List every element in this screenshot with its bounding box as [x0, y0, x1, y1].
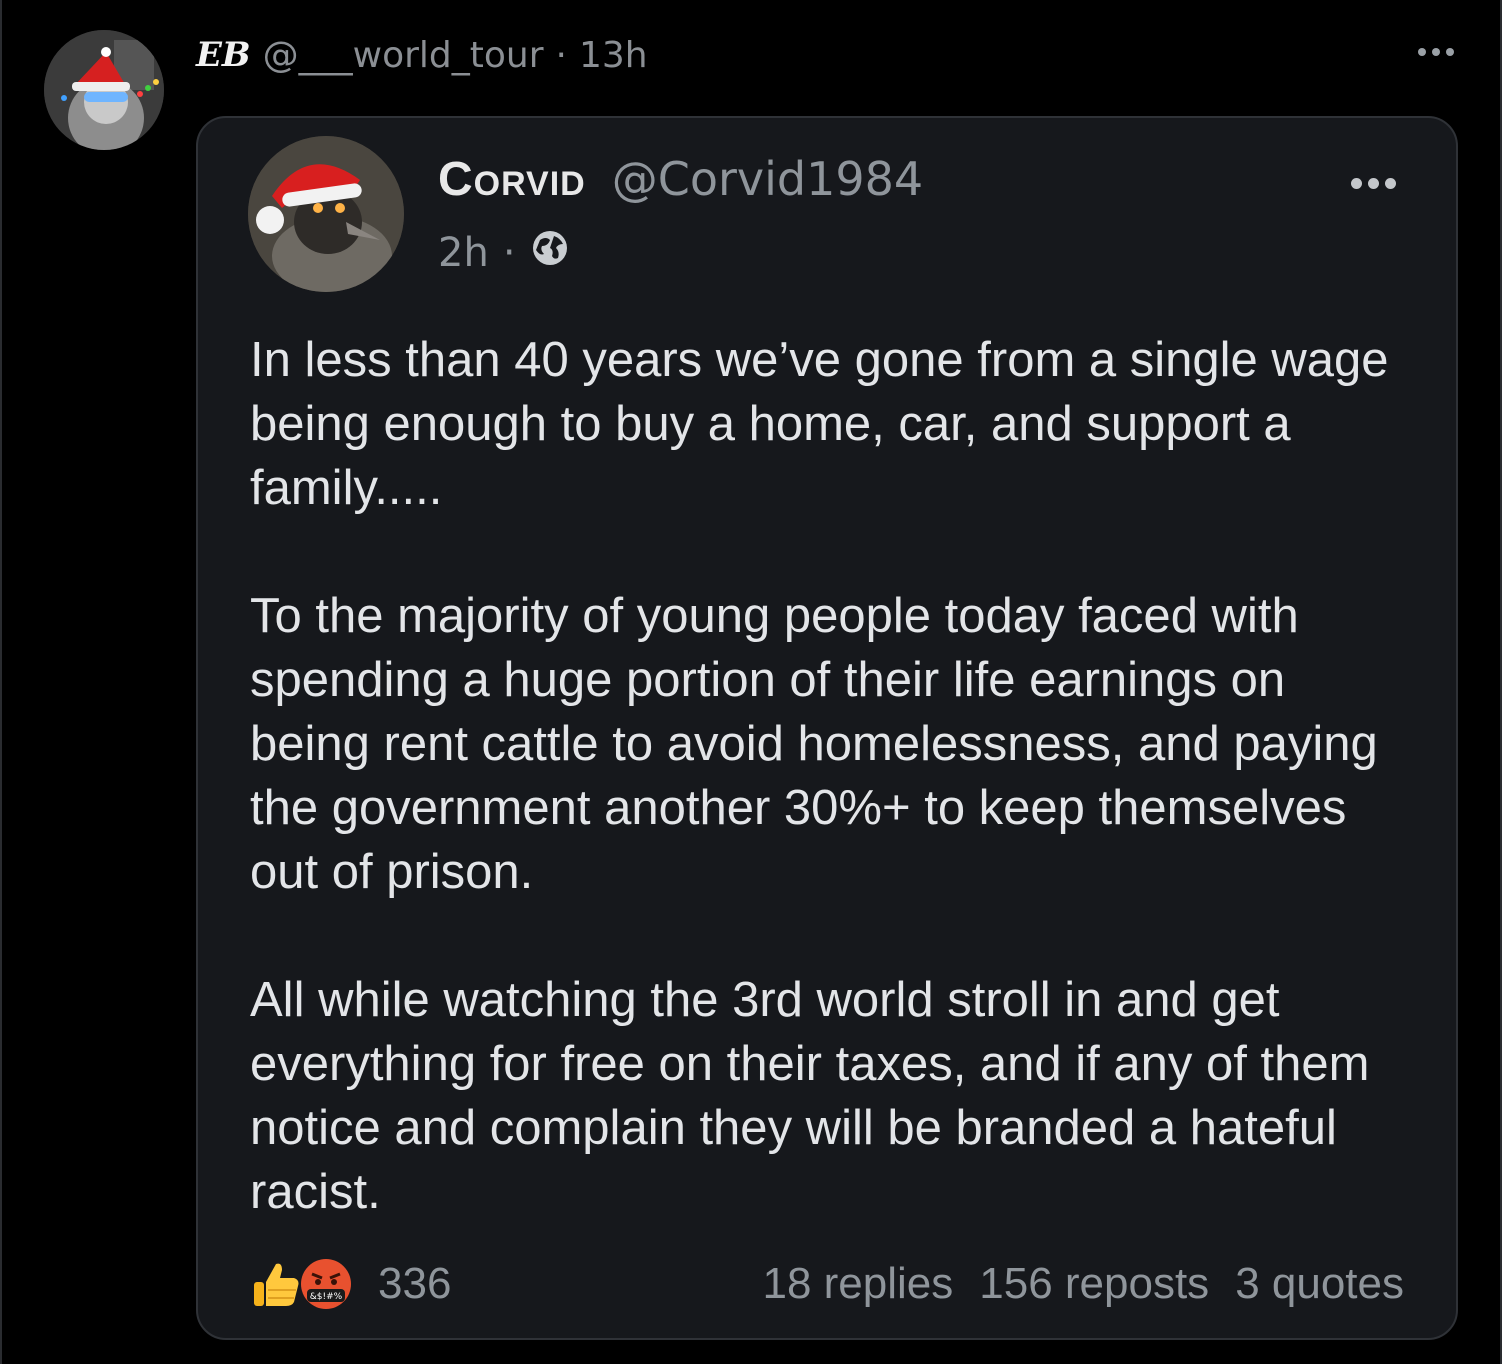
reactions[interactable]: &$!#% 336: [248, 1256, 451, 1312]
author-name[interactable]: Corvid: [438, 152, 586, 207]
quoted-post-meta: 2h ·: [438, 228, 570, 278]
angry-face-icon[interactable]: &$!#%: [298, 1256, 354, 1312]
svg-text:&$!#%: &$!#%: [310, 1292, 343, 1302]
author-handle[interactable]: @Corvid1984: [612, 152, 923, 206]
post-time[interactable]: 13h: [579, 35, 648, 76]
post-paragraph: All while watching the 3rd world stroll …: [250, 973, 1370, 1219]
author-handle[interactable]: @___world_tour: [263, 35, 544, 76]
post-stats: 18 replies 156 reposts 3 quotes: [762, 1259, 1404, 1309]
separator-dot: ·: [502, 230, 516, 276]
crow-santa-avatar-icon[interactable]: [248, 136, 404, 292]
reposts-count[interactable]: 156 reposts: [979, 1259, 1209, 1309]
post-paragraph: In less than 40 years we’ve gone from a …: [250, 333, 1389, 515]
replies-count[interactable]: 18 replies: [762, 1259, 953, 1309]
post-body: In less than 40 years we’ve gone from a …: [250, 328, 1400, 1288]
quotes-count[interactable]: 3 quotes: [1235, 1259, 1404, 1309]
post-time[interactable]: 2h: [438, 230, 489, 276]
quoted-post-card[interactable]: Corvid @Corvid1984 2h · In less than 40 …: [196, 116, 1458, 1340]
quoted-post-author-row: Corvid @Corvid1984: [438, 152, 923, 207]
window-edge-left: [0, 0, 2, 1364]
separator-dot: ·: [555, 34, 567, 76]
more-options-icon[interactable]: [1351, 178, 1396, 189]
christmas-hat-avatar-icon[interactable]: [44, 30, 164, 150]
reaction-count[interactable]: 336: [378, 1259, 451, 1309]
more-options-icon[interactable]: [1418, 48, 1454, 56]
globe-icon: [530, 228, 570, 278]
author-name[interactable]: EB: [196, 35, 251, 75]
outer-post-header: EB @___world_tour · 13h: [196, 28, 648, 82]
thumbs-up-icon[interactable]: [248, 1256, 304, 1312]
post-footer: &$!#% 336 18 replies 156 reposts 3 quote…: [248, 1254, 1404, 1314]
post-paragraph: To the majority of young people today fa…: [250, 589, 1378, 899]
